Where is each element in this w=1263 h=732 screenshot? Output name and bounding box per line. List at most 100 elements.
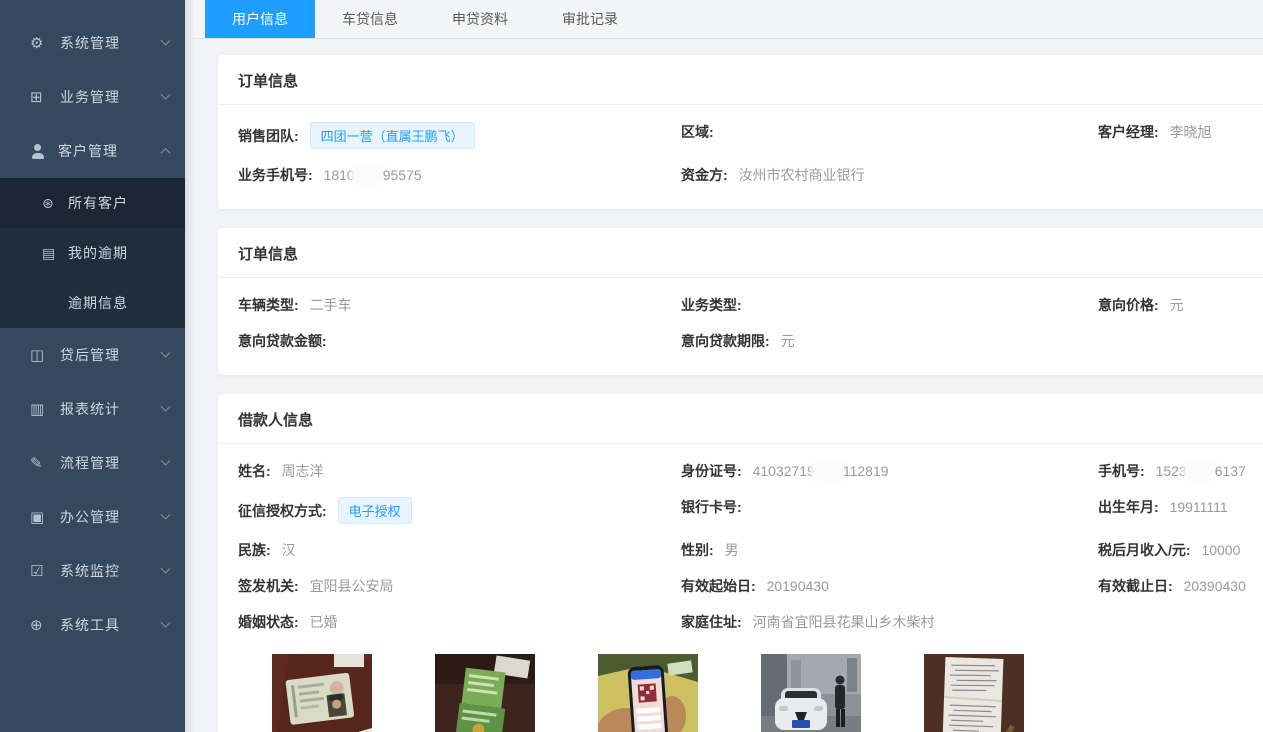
sidebar-item-process-management[interactable]: ✎ 流程管理 [0, 436, 185, 490]
card-title: 订单信息 [218, 55, 1263, 105]
sidebar-item-label: 逾期信息 [68, 293, 128, 313]
monitor-icon: ▥ [30, 400, 52, 418]
marital-status-field: 婚姻状态: 已婚 [238, 604, 681, 640]
chevron-down-icon [161, 617, 171, 627]
chevron-down-icon [161, 401, 171, 411]
field-label: 身份证号: [681, 463, 742, 479]
chevron-down-icon [161, 455, 171, 465]
monitor-check-icon: ☑ [30, 562, 52, 580]
document-photos-row: 本人照 [272, 654, 1246, 732]
id-card-photo-thumbnail[interactable]: 本人照 [272, 654, 372, 732]
sales-team-tag[interactable]: 四团一营（直属王鹏飞） [310, 122, 475, 149]
sidebar-item-system-tools[interactable]: ⊕ 系统工具 [0, 598, 185, 652]
loan-term-field: 意向贷款期限: 元 [681, 323, 1098, 359]
field-value: 1523 [1156, 463, 1187, 479]
id-number-field: 身份证号: 41032719112819 [681, 453, 1098, 489]
field-label: 资金方: [681, 167, 728, 183]
tab-user-info[interactable]: 用户信息 [205, 0, 315, 38]
chevron-down-icon [161, 347, 171, 357]
sidebar-item-business-management[interactable]: ⊞ 业务管理 [0, 70, 185, 124]
sidebar-item-all-customers[interactable]: ⊛ 所有客户 [0, 178, 185, 228]
sidebar-item-my-overdue[interactable]: ▤ 我的逾期 [0, 228, 185, 278]
field-label: 有效起始日: [681, 578, 756, 594]
paper-document-photo [924, 654, 1024, 732]
tab-car-loan-info[interactable]: 车贷信息 [315, 0, 425, 38]
field-label: 销售团队: [238, 128, 299, 144]
detail-tabs: 用户信息 车贷信息 申贷资料 审批记录 [193, 0, 1263, 39]
sidebar: ⚙ 系统管理 ⊞ 业务管理 客户管理 ⊛ 所有客户 ▤ 我的逾期 逾期信息 [0, 0, 185, 732]
chevron-up-icon [161, 147, 171, 157]
app-window: ⚙ 系统管理 ⊞ 业务管理 客户管理 ⊛ 所有客户 ▤ 我的逾期 逾期信息 [0, 0, 1263, 732]
loan-amount-field: 意向贷款金额: [238, 323, 681, 359]
sidebar-item-office-management[interactable]: ▣ 办公管理 [0, 490, 185, 544]
tab-approval-records[interactable]: 审批记录 [535, 0, 645, 38]
notebook-icon: ▤ [42, 245, 62, 262]
sidebar-item-label: 系统工具 [60, 615, 120, 635]
sidebar-item-system-management[interactable]: ⚙ 系统管理 [0, 16, 185, 70]
order-info-card-1: 订单信息 销售团队: 四团一营（直属王鹏飞） 区域: 客户经理: [218, 55, 1263, 209]
redaction-blur [815, 465, 843, 477]
field-label: 签发机关: [238, 578, 299, 594]
credit-auth-field: 征信授权方式: 电子授权 [238, 489, 681, 532]
valid-from-field: 有效起始日: 20190430 [681, 568, 1098, 604]
field-value: 95575 [383, 167, 422, 183]
sidebar-item-system-monitor[interactable]: ☑ 系统监控 [0, 544, 185, 598]
phone-qr-photo [598, 654, 698, 732]
redaction-blur [1187, 465, 1215, 477]
field-value: 河南省宜阳县花果山乡木柴村 [753, 614, 935, 630]
sidebar-item-label: 报表统计 [60, 399, 120, 419]
chevron-down-icon [161, 509, 171, 519]
phone-qr-photo-thumbnail[interactable]: 授权截图 [598, 654, 698, 732]
clients-icon: ⊛ [42, 195, 62, 212]
field-label: 民族: [238, 542, 271, 558]
ethnicity-field: 民族: 汉 [238, 532, 681, 568]
home-address-field: 家庭住址: 河南省宜阳县花果山乡木柴村 [681, 604, 1098, 640]
gender-field: 性别: 男 [681, 532, 1098, 568]
content-area: 订单信息 销售团队: 四团一营（直属王鹏飞） 区域: 客户经理: [193, 39, 1263, 732]
field-label: 出生年月: [1098, 499, 1159, 515]
field-value: 10000 [1201, 542, 1240, 558]
field-value: 20390430 [1184, 578, 1246, 594]
tab-loan-application-docs[interactable]: 申贷资料 [425, 0, 535, 38]
name-field: 姓名: 周志洋 [238, 453, 681, 489]
sidebar-item-report-statistics[interactable]: ▥ 报表统计 [0, 382, 185, 436]
bank-card-field: 银行卡号: [681, 489, 1098, 532]
field-value: 男 [725, 542, 739, 558]
field-value: 112819 [843, 463, 889, 479]
green-booklet-photo-thumbnail[interactable]: 驾驶证图片 [435, 654, 535, 732]
business-type-field: 业务类型: [681, 287, 1098, 323]
field-value: 已婚 [310, 614, 338, 630]
field-value: 二手车 [310, 297, 352, 313]
intent-price-field: 意向价格: 元 [1098, 287, 1246, 323]
edit-icon: ✎ [30, 454, 52, 472]
field-label: 客户经理: [1098, 124, 1159, 140]
field-value: 宜阳县公安局 [310, 578, 394, 594]
sidebar-item-label: 系统管理 [60, 33, 120, 53]
paper-document-photo-thumbnail[interactable]: 其他材料 [924, 654, 1024, 732]
account-manager-field: 客户经理: 李晓旭 [1098, 114, 1246, 157]
field-label: 税后月收入/元: [1098, 542, 1191, 558]
sidebar-item-postloan-management[interactable]: ◫ 贷后管理 [0, 328, 185, 382]
field-value: 20190430 [767, 578, 829, 594]
field-label: 家庭住址: [681, 614, 742, 630]
field-label: 车辆类型: [238, 297, 299, 313]
main-area: 用户信息 车贷信息 申贷资料 审批记录 订单信息 销售团队: 四团一营（直属王鹏… [193, 0, 1263, 732]
gear-icon: ⚙ [30, 34, 52, 52]
region-field: 区域: [681, 114, 1098, 157]
sidebar-item-label: 所有客户 [68, 193, 128, 213]
credit-auth-tag[interactable]: 电子授权 [338, 497, 412, 524]
field-value: 周志洋 [282, 463, 324, 479]
customer-management-submenu: ⊛ 所有客户 ▤ 我的逾期 逾期信息 [0, 178, 185, 328]
sidebar-item-customer-management[interactable]: 客户管理 [0, 124, 185, 178]
sidebar-content-divider [185, 0, 193, 732]
green-booklet-photo [435, 654, 535, 732]
field-value: 1810 [324, 167, 355, 183]
car-person-photo-thumbnail[interactable]: 人车图 [761, 654, 861, 732]
sidebar-item-overdue-info[interactable]: 逾期信息 [0, 278, 185, 328]
car-person-photo [761, 654, 861, 732]
sidebar-item-label: 贷后管理 [60, 345, 120, 365]
field-label: 业务类型: [681, 297, 742, 313]
sidebar-item-label: 办公管理 [60, 507, 120, 527]
field-label: 有效截止日: [1098, 578, 1173, 594]
sidebar-item-label: 流程管理 [60, 453, 120, 473]
